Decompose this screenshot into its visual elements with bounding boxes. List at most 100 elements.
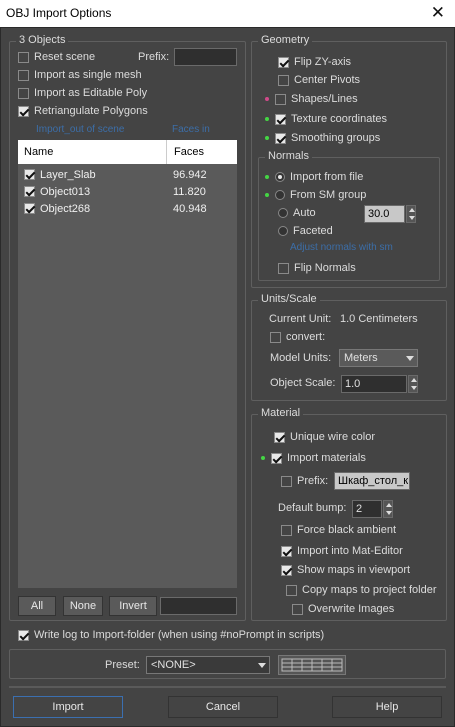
import-materials-label: Import materials — [287, 452, 366, 464]
column-faces[interactable]: Faces — [174, 146, 204, 158]
auto-radio[interactable]: Auto — [278, 207, 316, 219]
checkbox-box[interactable] — [281, 524, 292, 536]
normals-legend: Normals — [265, 150, 312, 162]
import-mat-editor-checkbox[interactable]: Import into Mat-Editor — [281, 545, 403, 557]
faint-label-left: Import_out of scene — [36, 124, 125, 135]
checkbox-box[interactable] — [18, 629, 29, 641]
checkbox-box[interactable] — [286, 584, 297, 596]
import-button[interactable]: Import — [13, 696, 123, 718]
import-materials-checkbox[interactable]: Import materials — [261, 452, 366, 464]
radio-button[interactable] — [275, 172, 285, 182]
auto-angle-input[interactable]: 30.0 — [364, 205, 405, 223]
checkbox-box[interactable] — [275, 93, 286, 105]
checkbox-box[interactable] — [275, 113, 286, 125]
write-log-checkbox[interactable]: Write log to Import-folder (when using #… — [18, 629, 324, 641]
prefix-input[interactable] — [174, 48, 237, 66]
force-black-label: Force black ambient — [297, 524, 397, 536]
from-sm-group-radio[interactable]: From SM group — [265, 189, 366, 201]
select-none-button[interactable]: None — [63, 596, 103, 616]
checkbox-box[interactable] — [18, 69, 29, 81]
overwrite-images-checkbox[interactable]: Overwrite Images — [292, 603, 394, 615]
radio-button[interactable] — [278, 226, 288, 236]
checkbox-box[interactable] — [278, 74, 289, 86]
default-bump-label: Default bump: — [278, 502, 347, 514]
checkbox-box[interactable] — [281, 475, 292, 487]
list-header: Name Faces — [18, 140, 237, 164]
material-prefix-input[interactable]: Шкаф_стол_к — [334, 472, 410, 490]
smoothing-groups-checkbox[interactable]: Smoothing groups — [265, 132, 380, 144]
flip-normals-checkbox[interactable]: Flip Normals — [278, 262, 356, 274]
faceted-label: Faceted — [293, 225, 333, 237]
checkbox-box[interactable] — [18, 105, 29, 117]
convert-checkbox[interactable]: convert: — [270, 331, 325, 343]
checkbox-box[interactable] — [281, 545, 292, 557]
help-button[interactable]: Help — [332, 696, 442, 718]
object-scale-spinner[interactable] — [408, 375, 418, 393]
checkbox-box[interactable] — [274, 431, 285, 443]
center-pivots-checkbox[interactable]: Center Pivots — [278, 74, 360, 86]
default-bump-input[interactable]: 2 — [352, 500, 382, 518]
row-name: Layer_Slab — [40, 168, 96, 181]
status-dot-icon — [261, 456, 265, 460]
radio-button[interactable] — [275, 190, 285, 200]
checkbox-box[interactable] — [18, 87, 29, 99]
smoothing-groups-label: Smoothing groups — [291, 132, 381, 144]
faint-label-right: Faces in — [172, 124, 210, 135]
texture-coords-label: Texture coordinates — [291, 113, 387, 125]
preset-grid-icon[interactable] — [278, 655, 346, 675]
auto-label: Auto — [293, 207, 316, 219]
reset-scene-label: Reset scene — [34, 51, 96, 63]
row-checkbox[interactable] — [24, 186, 35, 197]
editable-poly-checkbox[interactable]: Import as Editable Poly — [18, 87, 147, 99]
shapes-lines-checkbox[interactable]: Shapes/Lines — [265, 93, 358, 105]
import-from-file-radio[interactable]: Import from file — [265, 171, 363, 183]
show-maps-checkbox[interactable]: Show maps in viewport — [281, 564, 410, 576]
auto-angle-spinner[interactable] — [406, 205, 416, 223]
geometry-legend: Geometry — [258, 34, 313, 46]
editable-poly-label: Import as Editable Poly — [34, 87, 148, 99]
object-scale-input[interactable]: 1.0 — [341, 375, 407, 393]
close-icon[interactable]: ✕ — [431, 3, 445, 23]
unique-wire-checkbox[interactable]: Unique wire color — [274, 431, 375, 443]
filter-input[interactable] — [160, 597, 237, 615]
retriangulate-checkbox[interactable]: Retriangulate Polygons — [18, 105, 148, 117]
material-prefix-checkbox[interactable]: Prefix: — [281, 475, 328, 487]
checkbox-box[interactable] — [271, 452, 282, 464]
copy-maps-checkbox[interactable]: Copy maps to project folder — [286, 584, 437, 596]
checkbox-box[interactable] — [278, 56, 289, 68]
single-mesh-checkbox[interactable]: Import as single mesh — [18, 69, 142, 81]
import-from-file-label: Import from file — [290, 171, 364, 183]
invert-selection-button[interactable]: Invert — [109, 596, 157, 616]
cancel-button[interactable]: Cancel — [168, 696, 278, 718]
texture-coords-checkbox[interactable]: Texture coordinates — [265, 113, 387, 125]
flip-zy-checkbox[interactable]: Flip ZY-axis — [278, 56, 351, 68]
grid-icon — [281, 658, 343, 672]
status-dot-icon — [265, 175, 269, 179]
model-units-dropdown[interactable]: Meters — [339, 349, 418, 367]
checkbox-box[interactable] — [270, 331, 281, 343]
checkbox-box[interactable] — [18, 51, 29, 63]
list-item[interactable]: Object268 40.948 — [18, 200, 237, 217]
object-scale-label: Object Scale: — [270, 377, 336, 389]
list-item[interactable]: Object013 11.820 — [18, 183, 237, 200]
row-checkbox[interactable] — [24, 203, 35, 214]
checkbox-box[interactable] — [275, 132, 286, 144]
write-log-label: Write log to Import-folder (when using #… — [34, 629, 325, 641]
row-checkbox[interactable] — [24, 169, 35, 180]
footer-divider — [9, 686, 446, 688]
preset-dropdown[interactable]: <NONE> — [146, 656, 270, 674]
default-bump-spinner[interactable] — [383, 500, 393, 518]
checkbox-box[interactable] — [292, 603, 303, 615]
checkbox-box[interactable] — [278, 262, 289, 274]
faceted-radio[interactable]: Faceted — [278, 225, 333, 237]
objects-list[interactable]: Name Faces Layer_Slab 96.942 Object013 1… — [18, 140, 237, 588]
column-name[interactable]: Name — [24, 146, 53, 158]
force-black-checkbox[interactable]: Force black ambient — [281, 524, 396, 536]
reset-scene-checkbox[interactable]: Reset scene — [18, 51, 95, 63]
radio-button[interactable] — [278, 208, 288, 218]
row-faces: 11.820 — [173, 185, 206, 198]
checkbox-box[interactable] — [281, 564, 292, 576]
current-unit-value: 1.0 Centimeters — [340, 313, 418, 325]
select-all-button[interactable]: All — [18, 596, 56, 616]
list-item[interactable]: Layer_Slab 96.942 — [18, 166, 237, 183]
